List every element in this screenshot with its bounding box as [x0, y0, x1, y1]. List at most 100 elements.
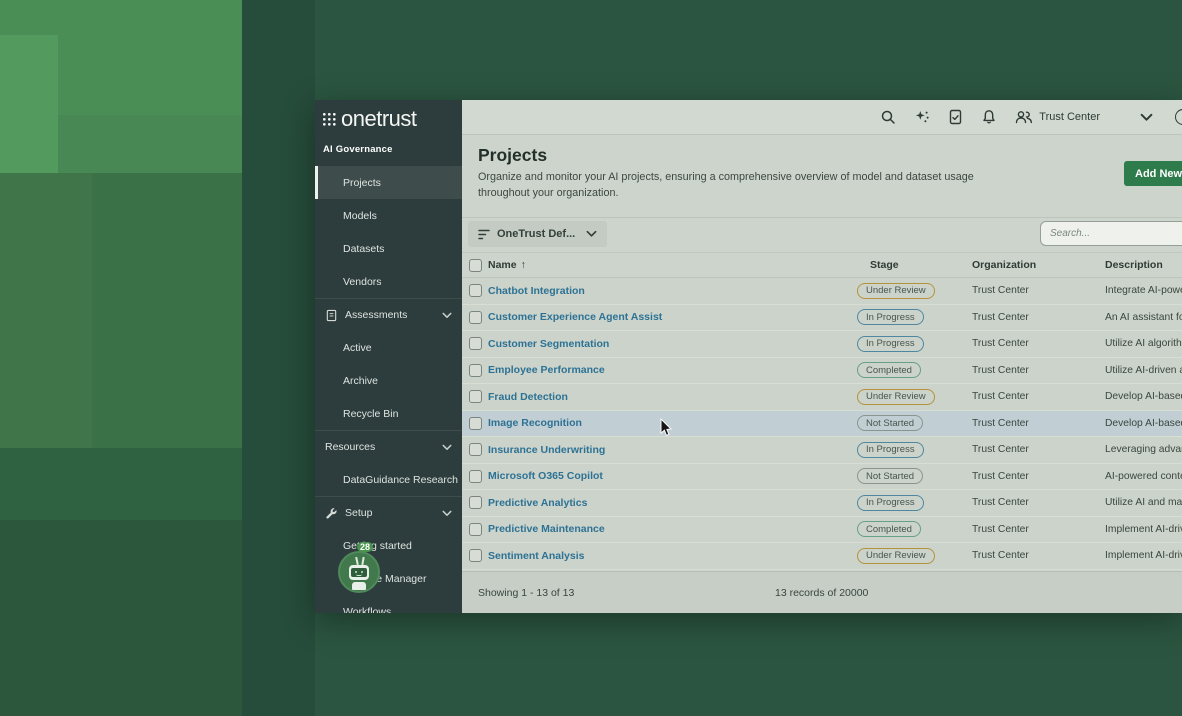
table-row[interactable]: Image RecognitionNot Started Trust Center…	[462, 411, 1182, 438]
project-name-link[interactable]: Predictive Analytics	[488, 497, 857, 509]
project-name-link[interactable]: Chatbot Integration	[488, 285, 857, 297]
column-header-organization[interactable]: Organization	[972, 259, 1105, 271]
chevron-down-icon	[442, 444, 452, 451]
project-name-link[interactable]: Customer Experience Agent Assist	[488, 311, 857, 323]
page-description: Organize and monitor your AI projects, e…	[478, 169, 988, 201]
row-checkbox[interactable]	[469, 496, 482, 509]
toolbar: OneTrust Def...	[462, 218, 1182, 252]
project-name-link[interactable]: Insurance Underwriting	[488, 444, 857, 456]
sidebar-item-recycle-bin[interactable]: Recycle Bin	[315, 397, 462, 430]
sidebar-item-archive[interactable]: Archive	[315, 364, 462, 397]
column-header-name[interactable]: Name↑	[488, 259, 857, 271]
add-new-button[interactable]: Add New	[1124, 161, 1182, 186]
project-name-link[interactable]: Fraud Detection	[488, 391, 857, 403]
sidebar-item-vendors[interactable]: Vendors	[315, 265, 462, 298]
logo[interactable]: onetrust	[323, 106, 417, 132]
row-checkbox[interactable]	[469, 417, 482, 430]
background-tile	[242, 0, 315, 716]
table-row[interactable]: Employee PerformanceCompletedTrust Cente…	[462, 358, 1182, 385]
records-count: 13 records of 20000	[775, 587, 868, 599]
user-avatar-icon[interactable]	[1175, 109, 1182, 125]
table-row[interactable]: Insurance UnderwritingIn Progress Trust C…	[462, 437, 1182, 464]
organization-cell: Trust Center	[972, 418, 1105, 429]
organization-cell: Trust Center	[972, 391, 1105, 402]
row-checkbox[interactable]	[469, 337, 482, 350]
stage-badge: In Progress	[857, 442, 924, 458]
sort-ascending-icon[interactable]: ↑	[521, 259, 526, 271]
table-row[interactable]: Predictive MaintenanceCompletedTrust Cen…	[462, 517, 1182, 544]
table-row[interactable]: Customer SegmentationIn ProgressTrust Ce…	[462, 331, 1182, 358]
stage-badge: Not Started	[857, 468, 923, 484]
waffle-menu-icon[interactable]	[323, 113, 336, 126]
stage-badge: Not Started	[857, 415, 923, 431]
sidebar-item-workflows[interactable]: Workflows	[315, 595, 462, 613]
stage-badge: In Progress	[857, 336, 924, 352]
topbar: Trust Center	[462, 100, 1182, 135]
row-checkbox[interactable]	[469, 311, 482, 324]
sidebar-item-label: Vendors	[343, 276, 382, 288]
background-tile	[92, 173, 242, 448]
ai-sparkle-icon[interactable]	[914, 109, 930, 125]
table-header-row: Name↑ Stage Organization Description	[462, 252, 1182, 278]
mouse-cursor	[660, 418, 672, 437]
organization-cell: Trust Center	[972, 444, 1105, 455]
row-checkbox[interactable]	[469, 284, 482, 297]
project-name-link[interactable]: Sentiment Analysis	[488, 550, 857, 562]
sidebar-item-setup[interactable]: Setup	[315, 496, 462, 529]
row-checkbox[interactable]	[469, 523, 482, 536]
sidebar-item-active[interactable]: Active	[315, 331, 462, 364]
sidebar-section-label: AI Governance	[323, 144, 393, 155]
description-cell: Implement AI-drive	[1105, 550, 1182, 561]
app-window: onetrust AI Governance ProjectsModels Dat…	[315, 100, 1182, 613]
search-input[interactable]	[1040, 221, 1182, 246]
description-cell: Utilize AI and mach	[1105, 497, 1182, 508]
table-row[interactable]: Predictive AnalyticsIn ProgressTrust Cen…	[462, 490, 1182, 517]
sidebar-item-resources[interactable]: Resources	[315, 430, 462, 463]
sidebar-item-label: Getting started	[343, 540, 412, 552]
project-name-link[interactable]: Predictive Maintenance	[488, 523, 857, 535]
notifications-bell-icon[interactable]	[981, 109, 997, 125]
sidebar-item-assessments[interactable]: Assessments	[315, 298, 462, 331]
column-header-stage[interactable]: Stage	[857, 259, 972, 271]
row-checkbox[interactable]	[469, 443, 482, 456]
row-checkbox[interactable]	[469, 549, 482, 562]
stage-badge: Under Review	[857, 389, 935, 405]
table-row[interactable]: Chatbot IntegrationUnder ReviewTrust Cen…	[462, 278, 1182, 305]
view-selector-button[interactable]: OneTrust Def...	[468, 221, 607, 247]
table-row[interactable]: Sentiment AnalysisUnder ReviewTrust Cent…	[462, 543, 1182, 570]
row-checkbox[interactable]	[469, 470, 482, 483]
table-row[interactable]: Microsoft O365 CopilotNot StartedTrust C…	[462, 464, 1182, 491]
org-switcher[interactable]: Trust Center	[1015, 110, 1100, 124]
sidebar-item-projects[interactable]: Projects	[315, 166, 462, 199]
stage-badge: Completed	[857, 362, 921, 378]
sidebar-item-label: Datasets	[343, 243, 384, 255]
project-name-link[interactable]: Employee Performance	[488, 364, 857, 376]
sidebar-item-label: Active	[343, 342, 372, 354]
background-tile	[0, 520, 242, 716]
document-check-icon[interactable]	[948, 109, 963, 125]
sidebar-item-label: Archive	[343, 375, 378, 387]
chevron-down-icon	[442, 312, 452, 319]
search-icon[interactable]	[880, 109, 896, 125]
table-row[interactable]: Customer Experience Agent AssistIn Progr…	[462, 305, 1182, 332]
sidebar-item-datasets[interactable]: Datasets	[315, 232, 462, 265]
row-checkbox[interactable]	[469, 364, 482, 377]
row-checkbox[interactable]	[469, 390, 482, 403]
sidebar-item-dataguidance-research[interactable]: DataGuidance Research	[315, 463, 462, 496]
project-name-link[interactable]: Customer Segmentation	[488, 338, 857, 350]
select-all-checkbox[interactable]	[469, 259, 482, 272]
table-row[interactable]: Fraud DetectionUnder ReviewTrust CenterD…	[462, 384, 1182, 411]
table-rows: Chatbot Integration Under Review Trust Cen…	[462, 278, 1182, 570]
logo-wordmark: onetrust	[341, 106, 417, 132]
sidebar-item-label: Resources	[325, 441, 375, 453]
sidebar-item-label: Setup	[345, 507, 372, 519]
project-name-link[interactable]: Image Recognition	[488, 417, 857, 429]
sidebar: onetrust AI Governance ProjectsModels Dat…	[315, 100, 462, 613]
chat-assistant-widget[interactable]: 28	[338, 551, 380, 593]
doc-icon	[325, 309, 338, 322]
project-name-link[interactable]: Microsoft O365 Copilot	[488, 470, 857, 482]
background-tile	[0, 173, 92, 448]
column-header-description[interactable]: Description	[1105, 259, 1182, 271]
sidebar-item-models[interactable]: Models	[315, 199, 462, 232]
chevron-down-icon[interactable]	[1140, 113, 1153, 122]
